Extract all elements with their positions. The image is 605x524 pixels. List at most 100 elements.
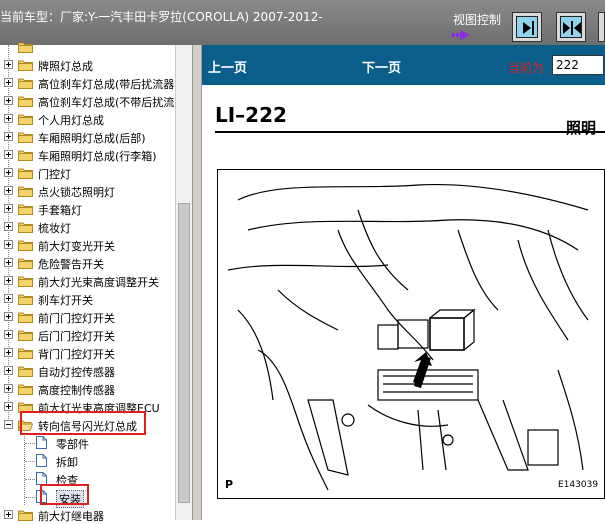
expand-toggle-icon[interactable] — [4, 60, 13, 69]
tree-scrollbar[interactable] — [175, 45, 193, 520]
tree-item[interactable]: 车厢照明灯总成(行李箱) — [0, 146, 175, 164]
panel-splitter[interactable] — [192, 45, 202, 520]
split-arrows-icon — [563, 21, 581, 35]
folder-icon — [18, 149, 33, 161]
expand-toggle-icon[interactable] — [4, 186, 13, 195]
tree-item[interactable]: 刹车灯开关 — [0, 290, 175, 308]
arrow-right-bar-icon — [523, 21, 534, 35]
collapse-toggle-icon[interactable] — [4, 420, 13, 429]
expand-toggle-icon[interactable] — [4, 168, 13, 177]
diagram-label-p: P — [225, 478, 234, 491]
scroll-thumb[interactable] — [178, 203, 190, 503]
folder-icon — [18, 41, 33, 53]
folder-icon — [18, 59, 33, 71]
expand-toggle-icon[interactable] — [4, 114, 13, 123]
expand-toggle-icon[interactable] — [4, 240, 13, 249]
document-view: LI–222 照明 P E143039 — [202, 85, 605, 520]
folder-icon — [18, 185, 33, 197]
document-icon — [36, 436, 47, 449]
expand-toggle-icon[interactable] — [4, 150, 13, 159]
folder-icon — [18, 167, 33, 179]
tree-item-label: 自动灯控传感器 — [38, 366, 115, 379]
expand-toggle-icon[interactable] — [4, 222, 13, 231]
tree-item[interactable]: 前大灯光束高度调整开关 — [0, 272, 175, 290]
tree-item[interactable]: 梳妆灯 — [0, 218, 175, 236]
folder-icon — [18, 509, 33, 521]
tree-item-label: 高位刹车灯总成(不带后扰流 — [38, 96, 175, 109]
tree-item[interactable]: 背门门控灯开关 — [0, 344, 175, 362]
folder-icon — [18, 221, 33, 233]
highlight-box-parent — [20, 411, 146, 435]
view-extra-button[interactable] — [598, 12, 605, 42]
folder-icon — [18, 95, 33, 107]
folder-icon — [18, 257, 33, 269]
tree-item[interactable]: 前大灯继电器 — [0, 506, 175, 524]
expand-toggle-icon[interactable] — [4, 384, 13, 393]
top-header: 当前车型：厂家:Y-一汽丰田卡罗拉(COROLLA) 2007-2012- 视图… — [0, 0, 605, 45]
folder-icon — [18, 311, 33, 323]
document-icon — [36, 454, 47, 467]
view-next-button[interactable] — [512, 12, 542, 42]
expand-toggle-icon[interactable] — [4, 510, 13, 519]
section-title: 照明 — [566, 119, 597, 137]
page-nav-bar: 上一页 下一页 当前为 — [202, 45, 605, 85]
prev-page-link[interactable]: 上一页 — [208, 57, 247, 76]
expand-toggle-icon[interactable] — [4, 312, 13, 321]
tree-item[interactable]: 门控灯 — [0, 164, 175, 182]
tree-item[interactable]: 自动灯控传感器 — [0, 362, 175, 380]
tree-child-label: 零部件 — [56, 438, 89, 451]
expand-toggle-icon[interactable] — [4, 366, 13, 375]
view-split-button[interactable] — [556, 12, 586, 42]
tree-item[interactable]: 危险警告开关 — [0, 254, 175, 272]
next-page-link[interactable]: 下一页 — [362, 57, 401, 76]
current-page-label: 当前为 — [508, 61, 545, 75]
tree-item[interactable]: 牌照灯总成 — [0, 56, 175, 74]
tree-item-label: 牌照灯总成 — [38, 60, 93, 73]
folder-icon — [18, 113, 33, 125]
folder-icon — [18, 347, 33, 359]
expand-toggle-icon[interactable] — [4, 132, 13, 141]
tree-item[interactable]: 后门门控灯开关 — [0, 326, 175, 344]
page-code: LI–222 — [215, 103, 287, 127]
expand-toggle-icon[interactable] — [4, 204, 13, 213]
tree-item-label: 前大灯变光开关 — [38, 240, 115, 253]
tree-item-label: 前大灯光束高度调整开关 — [38, 276, 159, 289]
tree-item-label: 车厢照明灯总成(后部) — [38, 132, 146, 145]
tree-item[interactable]: 手套箱灯 — [0, 200, 175, 218]
tree-item[interactable]: 个人用灯总成 — [0, 110, 175, 128]
tree-item[interactable]: 前门门控灯开关 — [0, 308, 175, 326]
tree-panel: 牌照灯总成高位刹车灯总成(带后扰流器 高位刹车灯总成(不带后扰流 个人用灯总成车厢照… — [0, 42, 176, 523]
expand-toggle-icon[interactable] — [4, 402, 13, 411]
tree-item-label: 刹车灯开关 — [38, 294, 93, 307]
folder-icon — [18, 131, 33, 143]
tree-item-label: 个人用灯总成 — [38, 114, 104, 127]
dashboard-diagram — [227, 183, 589, 491]
expand-toggle-icon[interactable] — [4, 348, 13, 357]
diagram-code: E143039 — [558, 480, 599, 490]
expand-toggle-icon[interactable] — [4, 258, 13, 267]
tree-child-item[interactable]: 零部件 — [0, 434, 175, 452]
page-number-input[interactable] — [552, 55, 604, 75]
tree-item[interactable]: 高位刹车灯总成(不带后扰流 — [0, 92, 175, 110]
diagram-figure: P E143039 — [217, 169, 605, 499]
folder-icon — [18, 203, 33, 215]
tree-item-label: 高位刹车灯总成(带后扰流器 — [38, 78, 175, 91]
tree-item[interactable]: 高度控制传感器 — [0, 380, 175, 398]
tree-item-label: 车厢照明灯总成(行李箱) — [38, 150, 157, 163]
tree-item[interactable]: 车厢照明灯总成(后部) — [0, 128, 175, 146]
expand-toggle-icon[interactable] — [4, 294, 13, 303]
tree-item[interactable]: 前大灯变光开关 — [0, 236, 175, 254]
tree-child-item[interactable]: 拆卸 — [0, 452, 175, 470]
tree-item-label: 前门门控灯开关 — [38, 312, 115, 325]
highlight-box-child — [40, 484, 89, 505]
expand-toggle-icon[interactable] — [4, 276, 13, 285]
tree-child-label: 拆卸 — [56, 456, 78, 469]
folder-icon — [18, 365, 33, 377]
expand-toggle-icon[interactable] — [4, 330, 13, 339]
expand-toggle-icon[interactable] — [4, 96, 13, 105]
tree-item[interactable]: 高位刹车灯总成(带后扰流器 — [0, 74, 175, 92]
view-control-label: 视图控制 — [453, 13, 502, 27]
tree-item-label: 背门门控灯开关 — [38, 348, 115, 361]
tree-item[interactable]: 点火锁芯照明灯 — [0, 182, 175, 200]
expand-toggle-icon[interactable] — [4, 78, 13, 87]
